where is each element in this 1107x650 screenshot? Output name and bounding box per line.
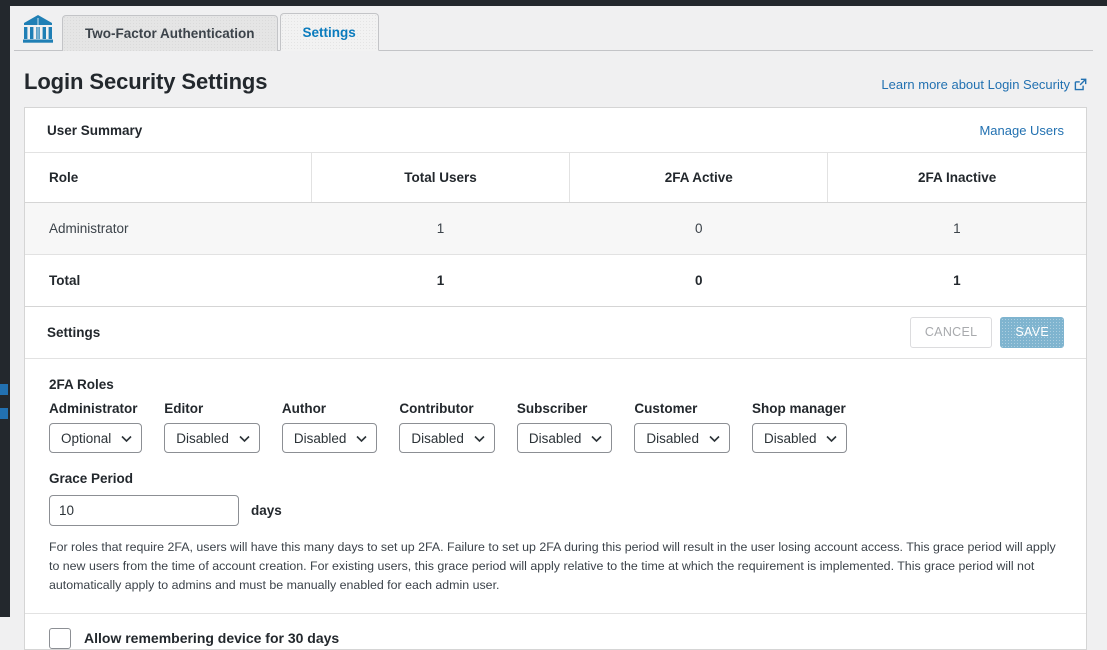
tab-settings[interactable]: Settings [279,13,379,51]
grace-period-unit: days [251,503,282,518]
tab-label: Two-Factor Authentication [85,26,255,41]
role-select-contributor[interactable]: Disabled [399,423,495,453]
wordfence-logo-icon [23,15,53,43]
settings-title: Settings [47,325,101,340]
grace-period-input[interactable] [49,495,239,526]
role-select-value: Disabled [763,430,817,446]
cell-2fa-active: 0 [694,273,703,288]
role-column-editor: Editor Disabled [164,401,260,453]
cell-role: Total [49,273,81,288]
learn-more-link[interactable]: Learn more about Login Security [881,77,1087,94]
tab-label: Settings [302,24,356,40]
role-name: Contributor [399,401,474,416]
cell-total-users: 1 [436,273,445,288]
chevron-down-icon [826,431,838,446]
remember-device-row: Allow remembering device for 30 days [25,612,1086,649]
manage-users-link[interactable]: Manage Users [979,123,1064,138]
settings-action-buttons: CANCEL SAVE [909,317,1064,348]
role-name: Shop manager [751,401,846,416]
chevron-down-icon [591,431,602,446]
admin-sidebar-strip [0,0,10,617]
chevron-down-icon [709,431,720,446]
role-column-contributor: Contributor Disabled [399,401,495,453]
2fa-roles-label: 2FA Roles [49,377,114,392]
role-select-subscriber[interactable]: Disabled [516,423,613,453]
chevron-down-icon [474,431,485,446]
remember-device-checkbox[interactable] [49,627,71,649]
table-row: Administrator 1 0 1 [25,202,1086,255]
role-column-administrator: Administrator Optional [49,401,143,453]
role-select-editor[interactable]: Disabled [164,423,260,453]
role-select-value: Disabled [293,430,347,446]
role-name: Administrator [49,401,138,416]
role-name: Editor [164,401,204,416]
role-select-value: Optional [61,430,112,446]
settings-body: 2FA Roles Administrator Optional Editor … [25,359,1086,649]
user-summary-table: Role Total Users 2FA Active 2FA Inactive… [25,153,1086,306]
user-summary-title: User Summary [47,122,143,138]
page-heading-row: Login Security Settings Learn more about… [10,51,1107,107]
settings-header: Settings CANCEL SAVE [25,307,1086,359]
role-select-value: Disabled [176,430,229,446]
role-select-author[interactable]: Disabled [281,423,378,453]
grace-period-description: For roles that require 2FA, users will h… [49,540,1056,593]
page-root: Two-Factor Authentication Settings Login… [10,6,1107,650]
page-title: Login Security Settings [24,69,268,94]
cancel-button[interactable]: CANCEL [909,317,993,348]
settings-card: Settings CANCEL SAVE 2FA Roles Administr… [24,307,1087,650]
role-column-customer: Customer Disabled [634,401,730,453]
sidebar-accent-mark-1 [0,384,8,395]
chevron-down-icon [121,431,132,446]
save-button[interactable]: SAVE [1000,317,1064,348]
table-row-total: Total 1 0 1 [25,255,1086,307]
cell-total-users: 1 [311,202,570,255]
chevron-down-icon [356,431,367,446]
user-summary-card: User Summary Manage Users Role Total Use… [24,107,1087,307]
role-column-shop-manager: Shop manager Disabled [751,401,848,453]
learn-more-label: Learn more about Login Security [881,77,1070,92]
role-select-value: Disabled [528,430,582,446]
chevron-down-icon [239,431,250,446]
cell-2fa-inactive: 1 [827,202,1086,255]
remember-device-label: Allow remembering device for 30 days [84,630,340,647]
role-select-shop-manager[interactable]: Disabled [751,423,848,453]
column-header-role: Role [25,153,312,203]
user-summary-header: User Summary Manage Users [25,108,1086,153]
role-column-author: Author Disabled [281,401,378,453]
role-select-value: Disabled [646,430,699,446]
role-select-value: Disabled [411,430,464,446]
sidebar-accent-mark-2 [0,408,8,419]
tab-two-factor-authentication[interactable]: Two-Factor Authentication [62,15,278,51]
grace-period-label: Grace Period [49,471,134,486]
role-name: Author [281,401,327,416]
column-header-total-users: Total Users [311,153,571,203]
column-header-2fa-active: 2FA Active [569,153,829,203]
cell-role: Administrator [25,202,312,255]
role-select-administrator[interactable]: Optional [49,423,143,453]
cell-2fa-active: 0 [569,202,828,255]
role-name: Subscriber [516,401,588,416]
role-column-subscriber: Subscriber Disabled [516,401,613,453]
role-name: Customer [634,401,698,416]
cell-2fa-inactive: 1 [953,273,961,288]
external-link-icon [1074,78,1087,94]
table-header-row: Role Total Users 2FA Active 2FA Inactive [25,153,1086,203]
tab-bar: Two-Factor Authentication Settings [14,6,1093,51]
column-header-2fa-inactive: 2FA Inactive [827,153,1086,203]
grace-period-row: days [49,495,1064,526]
2fa-roles-grid: Administrator Optional Editor Disabled A… [49,401,1064,453]
role-select-customer[interactable]: Disabled [634,423,730,453]
